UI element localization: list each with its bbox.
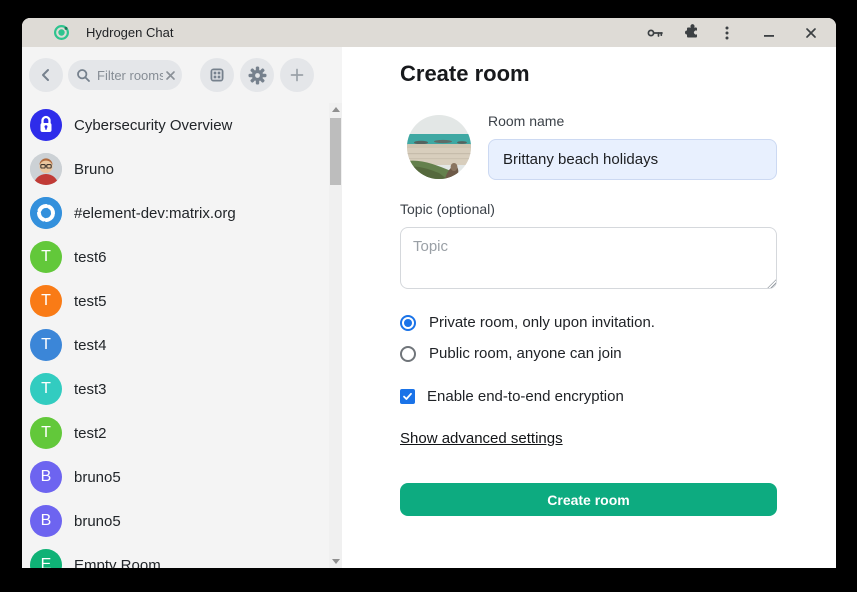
grid-view-button[interactable] [200, 58, 234, 92]
create-room-plus-button[interactable] [280, 58, 314, 92]
room-list-item[interactable]: Bruno [22, 147, 329, 191]
screen-background: Hydrogen Chat [0, 0, 857, 592]
room-name-label: bruno5 [74, 469, 121, 486]
filter-rooms-input[interactable] [97, 68, 163, 83]
room-avatar [30, 109, 62, 141]
bruno-photo-avatar [30, 153, 62, 185]
room-list-item[interactable]: #element-dev:matrix.org [22, 191, 329, 235]
topic-label: Topic (optional) [400, 201, 495, 217]
close-button[interactable] [798, 20, 824, 46]
back-button[interactable] [29, 58, 63, 92]
encryption-label: Enable end-to-end encryption [427, 388, 624, 405]
room-name-label: Bruno [74, 161, 114, 178]
room-list-item[interactable]: E [22, 543, 329, 568]
room-avatar-initial: T [41, 336, 51, 354]
app-window: Hydrogen Chat [22, 18, 836, 568]
sidebar: Cybersecurity Overview [22, 47, 342, 568]
room-avatar-initial: B [41, 512, 52, 530]
scroll-up-arrow-icon[interactable] [329, 103, 342, 116]
room-name-label: test6 [74, 249, 107, 266]
room-avatar-initial: T [41, 424, 51, 442]
titlebar-controls [642, 18, 824, 47]
hydrogen-logo-icon [54, 25, 69, 40]
public-room-radio[interactable] [400, 346, 416, 362]
create-room-submit-button[interactable]: Create room [400, 483, 777, 516]
room-name-label: test5 [74, 293, 107, 310]
room-list-item[interactable]: T [22, 235, 329, 279]
room-list-item[interactable]: T [22, 367, 329, 411]
public-room-option[interactable]: Public room, anyone can join [400, 345, 622, 362]
room-avatar: T [30, 417, 62, 449]
room-name-input[interactable] [488, 139, 777, 180]
public-room-label: Public room, anyone can join [429, 345, 622, 362]
room-list-item[interactable]: Cybersecurity Overview [22, 103, 329, 147]
room-name-label: #element-dev:matrix.org [74, 205, 236, 222]
room-list-item[interactable]: T [22, 279, 329, 323]
room-avatar [30, 153, 62, 185]
check-icon [402, 391, 413, 402]
encryption-option[interactable]: Enable end-to-end encryption [400, 388, 624, 405]
room-list: Cybersecurity Overview [22, 103, 329, 568]
room-avatar-initial: T [41, 380, 51, 398]
window-title: Hydrogen Chat [86, 25, 173, 40]
search-icon [76, 68, 91, 83]
show-advanced-settings-link[interactable]: Show advanced settings [400, 430, 563, 447]
room-list-item[interactable]: T [22, 323, 329, 367]
room-avatar: T [30, 329, 62, 361]
filter-rooms-field[interactable] [68, 60, 182, 90]
room-list-item[interactable]: B [22, 455, 329, 499]
room-name-label: test2 [74, 425, 107, 442]
create-room-panel: Create room [342, 47, 836, 568]
room-name-label: Cybersecurity Overview [74, 117, 232, 134]
private-room-label: Private room, only upon invitation. [429, 314, 655, 331]
room-avatar-initial: E [41, 556, 52, 568]
room-name-label: bruno5 [74, 513, 121, 530]
room-name-label: Empty Room [74, 557, 161, 569]
lock-icon [30, 109, 62, 141]
scrollbar-thumb[interactable] [330, 118, 341, 185]
room-avatar [30, 197, 62, 229]
room-avatar: B [30, 505, 62, 537]
topic-textarea[interactable] [400, 227, 777, 289]
browser-menu-icon[interactable] [714, 20, 740, 46]
scroll-down-arrow-icon[interactable] [329, 555, 342, 568]
room-name-label: test4 [74, 337, 107, 354]
sidebar-header [22, 58, 342, 92]
room-avatar: B [30, 461, 62, 493]
room-avatar: E [30, 549, 62, 568]
settings-gear-button[interactable] [240, 58, 274, 92]
room-avatar: T [30, 373, 62, 405]
password-key-icon[interactable] [642, 20, 668, 46]
room-avatar-initial: T [41, 248, 51, 266]
room-list-item[interactable]: B [22, 499, 329, 543]
element-logo-icon [30, 197, 62, 229]
clear-filter-icon[interactable] [165, 70, 176, 81]
room-avatar-upload[interactable] [407, 115, 471, 179]
room-list-scrollbar[interactable] [329, 103, 342, 568]
room-name-label: test3 [74, 381, 107, 398]
titlebar: Hydrogen Chat [22, 18, 836, 47]
encryption-checkbox[interactable] [400, 389, 415, 404]
minimize-button[interactable] [756, 20, 782, 46]
room-name-label: Room name [488, 113, 564, 129]
room-avatar-initial: T [41, 292, 51, 310]
private-room-radio[interactable] [400, 315, 416, 331]
room-avatar: T [30, 241, 62, 273]
room-avatar: T [30, 285, 62, 317]
room-avatar-initial: B [41, 468, 52, 486]
beach-photo [407, 115, 471, 179]
extensions-puzzle-icon[interactable] [678, 20, 704, 46]
page-title: Create room [400, 61, 530, 87]
private-room-option[interactable]: Private room, only upon invitation. [400, 314, 655, 331]
textarea-resize-handle[interactable] [767, 279, 776, 288]
room-list-item[interactable]: T [22, 411, 329, 455]
